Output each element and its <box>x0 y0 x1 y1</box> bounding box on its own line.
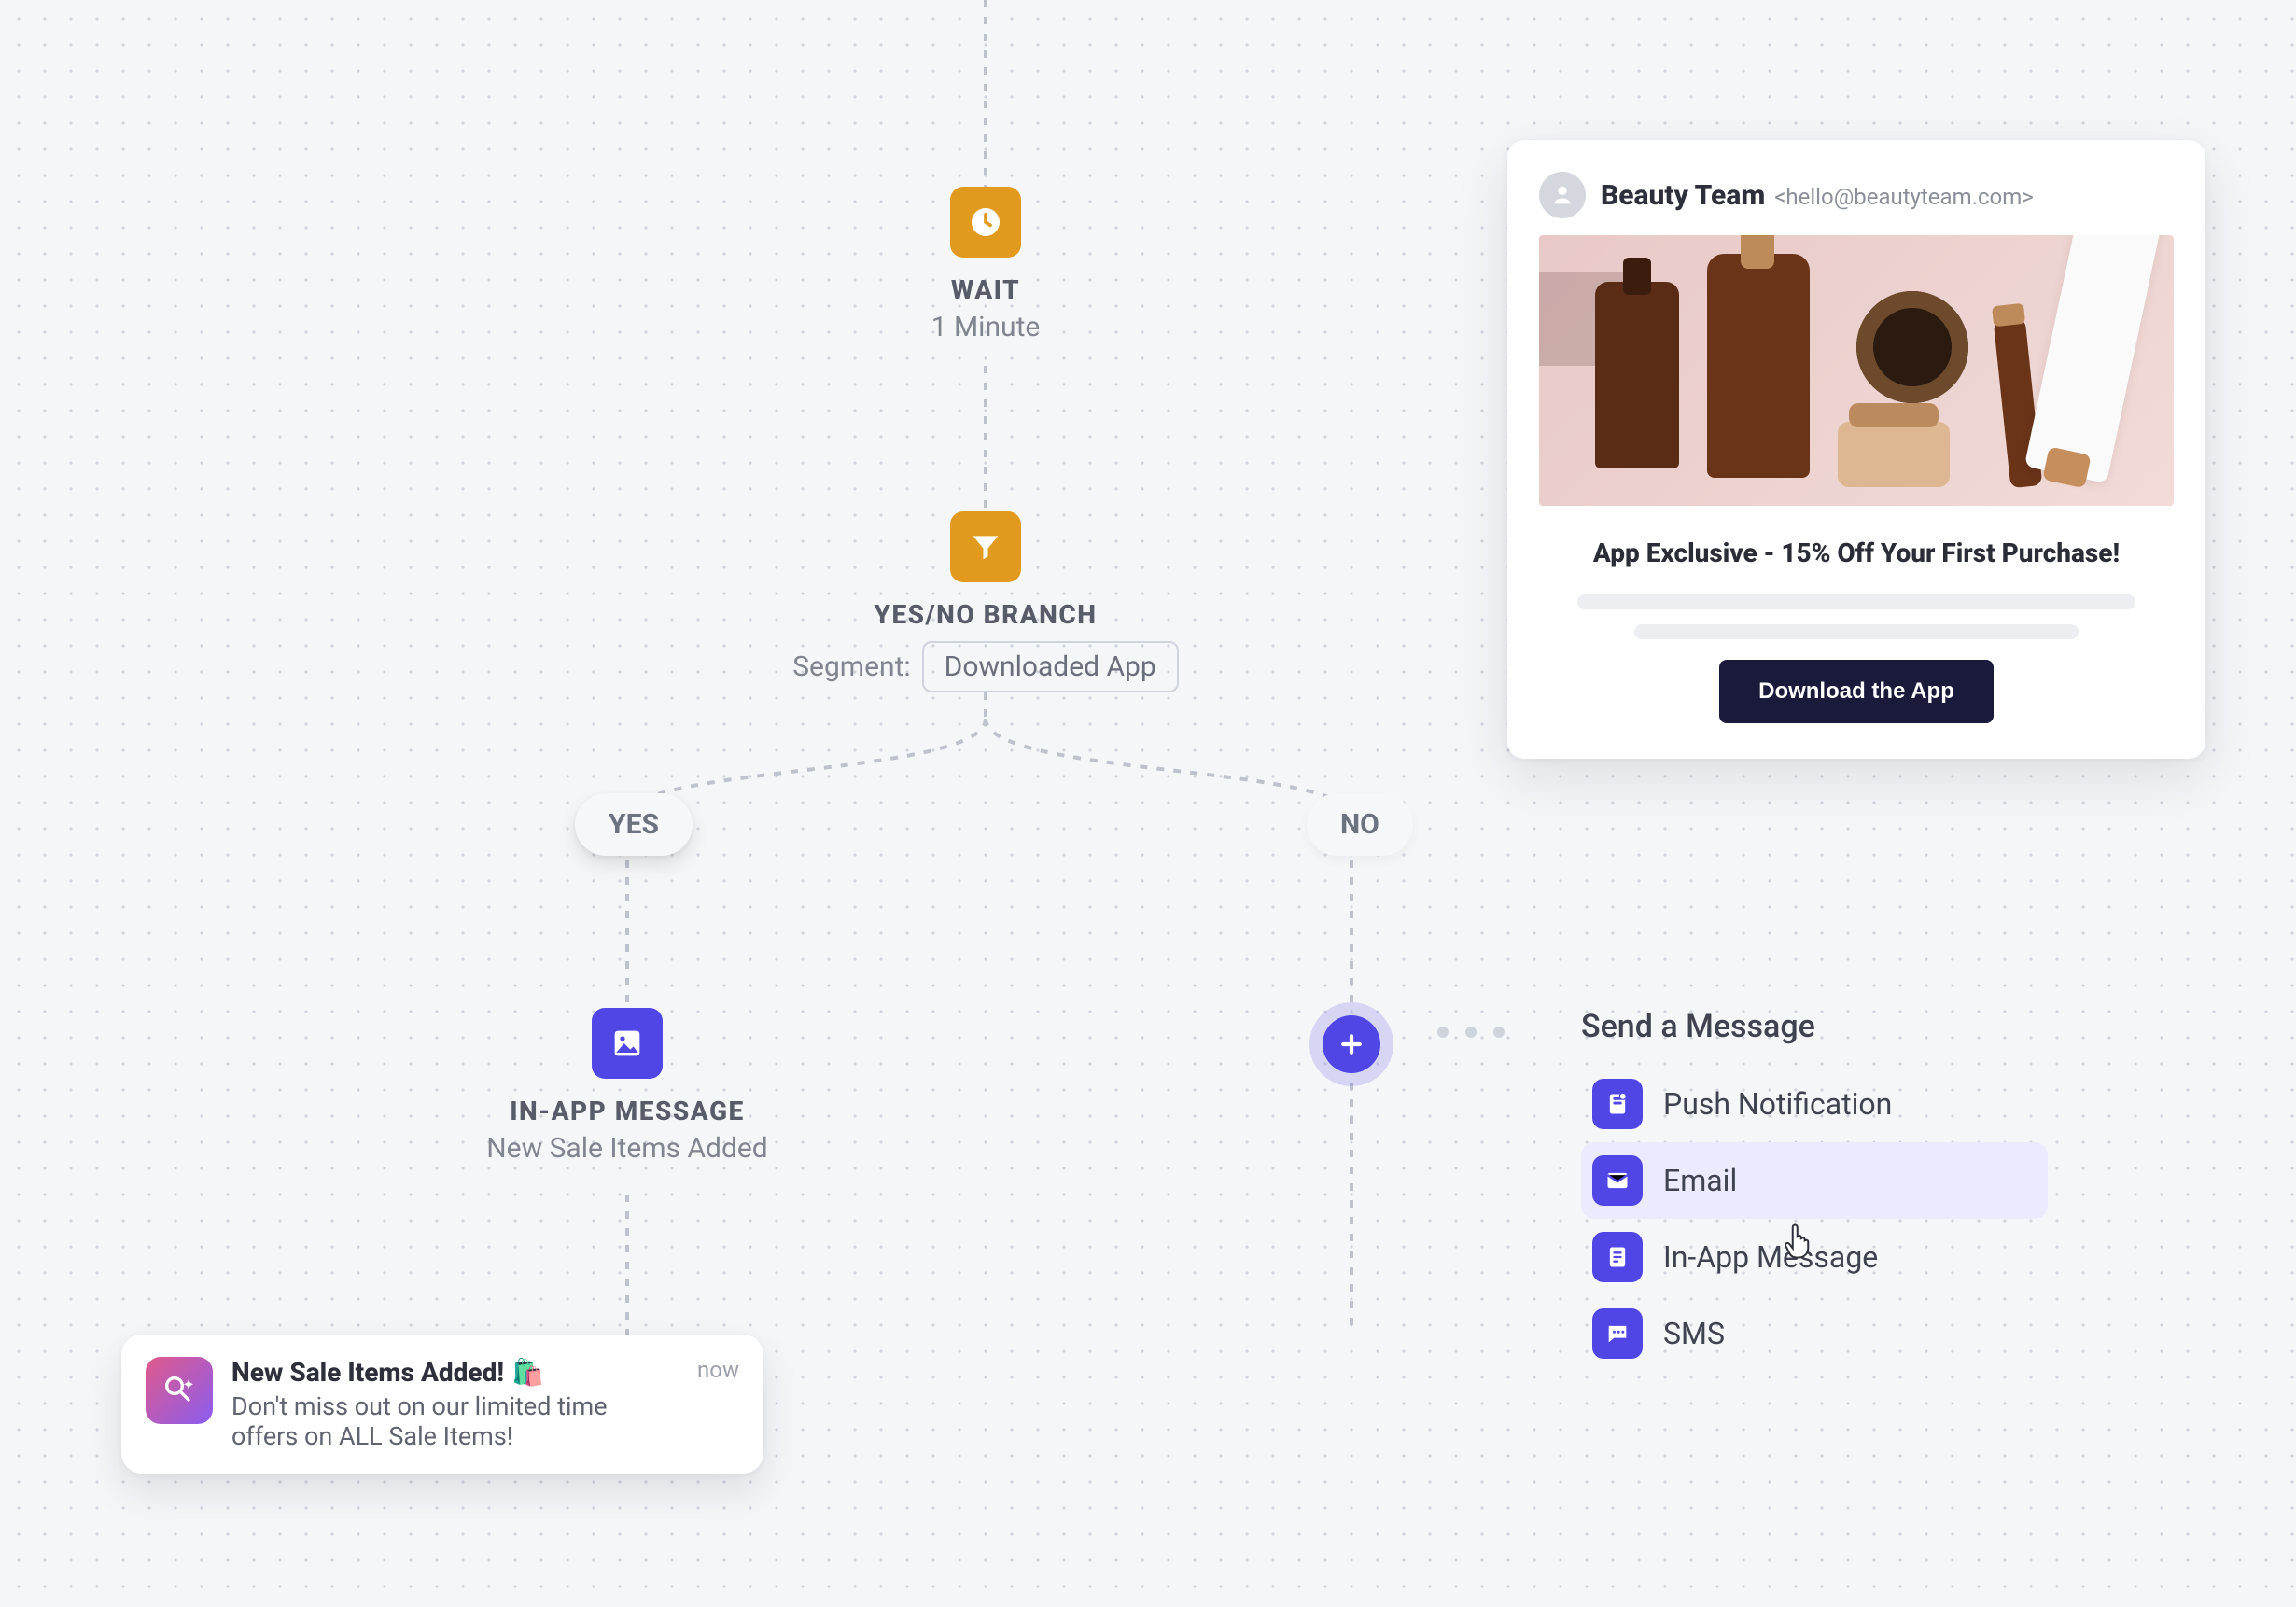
email-preview-card: Beauty Team <hello@beautyteam.com> App E… <box>1507 140 2205 759</box>
wait-node[interactable]: WAIT 1 Minute <box>892 187 1079 343</box>
menu-item-in-app-message[interactable]: In-App Message <box>1581 1219 2048 1295</box>
wait-subtitle: 1 Minute <box>892 311 1079 343</box>
menu-title: Send a Message <box>1581 1008 2048 1045</box>
bag-emoji-icon: 🛍️ <box>511 1357 544 1388</box>
funnel-icon <box>950 511 1021 582</box>
menu-item-label: Email <box>1663 1163 1737 1198</box>
email-headline: App Exclusive - 15% Off Your First Purch… <box>1539 538 2174 568</box>
download-app-button[interactable]: Download the App <box>1719 660 1994 723</box>
inapp-title: IN-APP MESSAGE <box>441 1096 814 1126</box>
no-label: NO <box>1340 808 1379 841</box>
segment-value[interactable]: Downloaded App <box>922 641 1179 692</box>
email-hero-image <box>1539 235 2174 506</box>
toast-time: now <box>697 1357 739 1383</box>
menu-item-sms[interactable]: SMS <box>1581 1295 2048 1372</box>
menu-item-label: In-App Message <box>1663 1239 1878 1275</box>
from-address: <hello@beautyteam.com> <box>1774 184 2034 210</box>
menu-crumbs <box>1437 1027 1505 1038</box>
toast-title-row: New Sale Items Added! 🛍️ <box>231 1357 679 1388</box>
send-message-menu: Send a Message Push Notification Email In-… <box>1581 1008 2048 1372</box>
branch-title: YES/NO BRANCH <box>752 599 1219 630</box>
from-name: Beauty Team <box>1601 179 1765 212</box>
avatar-icon <box>1539 172 1586 218</box>
menu-item-label: Push Notification <box>1663 1086 1892 1122</box>
branch-yes-pill[interactable]: YES <box>575 793 693 856</box>
placeholder-lines <box>1539 594 2174 639</box>
branch-node[interactable]: YES/NO BRANCH Segment: Downloaded App <box>752 511 1219 692</box>
wait-title: WAIT <box>892 274 1079 305</box>
mail-icon <box>1592 1155 1643 1206</box>
toast-title: New Sale Items Added! <box>231 1357 504 1388</box>
app-icon <box>146 1357 213 1424</box>
chat-icon <box>1592 1308 1643 1359</box>
doc-icon <box>1592 1232 1643 1282</box>
menu-item-email[interactable]: Email <box>1581 1142 2048 1219</box>
bell-icon <box>1592 1079 1643 1129</box>
menu-item-push-notification[interactable]: Push Notification <box>1581 1066 2048 1142</box>
image-icon <box>592 1008 663 1079</box>
branch-no-pill[interactable]: NO <box>1307 793 1413 856</box>
menu-item-label: SMS <box>1663 1316 1725 1351</box>
add-step-button[interactable] <box>1323 1015 1380 1073</box>
email-from-row: Beauty Team <hello@beautyteam.com> <box>1539 172 2174 218</box>
clock-icon <box>950 187 1021 258</box>
toast-body: Don't miss out on our limited time offer… <box>231 1391 679 1451</box>
flow-canvas[interactable]: WAIT 1 Minute YES/NO BRANCH Segment: Dow… <box>0 0 2296 1607</box>
branch-segment-row: Segment: Downloaded App <box>752 641 1219 692</box>
push-notification-preview: New Sale Items Added! 🛍️ Don't miss out … <box>121 1335 763 1474</box>
segment-label: Segment: <box>792 650 910 683</box>
yes-label: YES <box>609 808 659 841</box>
inapp-node[interactable]: IN-APP MESSAGE New Sale Items Added <box>441 1008 814 1165</box>
inapp-subtitle: New Sale Items Added <box>441 1132 814 1165</box>
